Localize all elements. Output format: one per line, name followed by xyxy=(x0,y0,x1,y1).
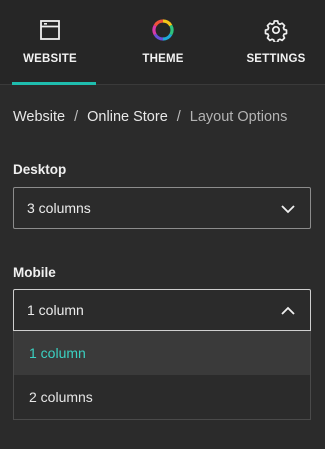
tab-website-label: WEBSITE xyxy=(23,53,77,65)
mobile-label: Mobile xyxy=(13,265,56,280)
gear-icon xyxy=(264,20,288,42)
option-2-columns[interactable]: 2 columns xyxy=(14,375,310,419)
chevron-up-icon xyxy=(281,306,295,315)
breadcrumb-layout-options: Layout Options xyxy=(189,109,288,125)
top-tab-bar: WEBSITE THEME SETTINGS xyxy=(0,0,325,85)
tab-settings[interactable]: SETTINGS xyxy=(230,0,322,84)
breadcrumb-website[interactable]: Website xyxy=(13,109,65,125)
mobile-select-value: 1 column xyxy=(27,302,84,318)
mobile-columns-select[interactable]: 1 column xyxy=(13,289,311,331)
browser-window-icon xyxy=(40,20,60,40)
tab-settings-label: SETTINGS xyxy=(246,53,306,65)
option-label: 1 column xyxy=(29,345,86,361)
desktop-label: Desktop xyxy=(13,162,67,177)
breadcrumb: Website / Online Store / Layout Options xyxy=(13,109,287,125)
option-1-column[interactable]: 1 column xyxy=(14,331,310,375)
tab-theme-label: THEME xyxy=(142,53,184,65)
breadcrumb-separator: / xyxy=(74,109,79,125)
active-tab-indicator xyxy=(12,82,96,85)
desktop-select-value: 3 columns xyxy=(27,200,91,216)
desktop-columns-select[interactable]: 3 columns xyxy=(13,187,311,229)
color-wheel-icon xyxy=(152,19,174,41)
breadcrumb-separator: / xyxy=(176,109,181,125)
chevron-down-icon xyxy=(281,205,295,214)
tab-theme[interactable]: THEME xyxy=(117,0,209,84)
tab-website[interactable]: WEBSITE xyxy=(4,0,96,85)
mobile-options-menu: 1 column 2 columns xyxy=(13,331,311,420)
breadcrumb-online-store[interactable]: Online Store xyxy=(87,109,168,125)
option-label: 2 columns xyxy=(29,389,93,405)
